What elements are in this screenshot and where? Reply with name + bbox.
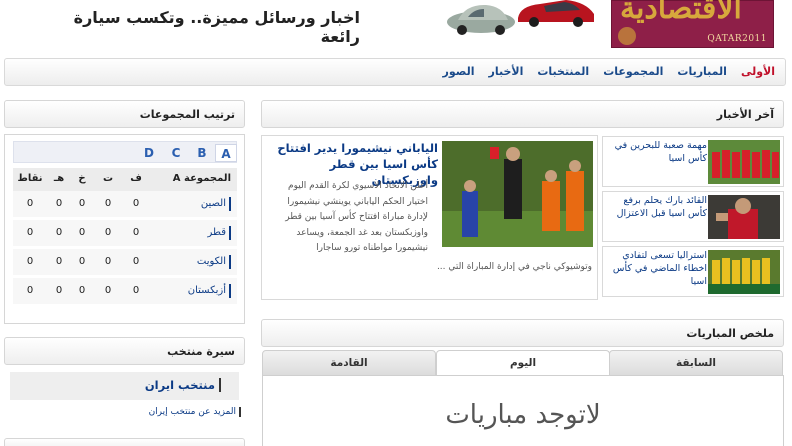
main-news-summary: أعلن الاتحاد الاسيوي لكرة القدم اليوم اخ… xyxy=(285,181,428,253)
match-tab-content: لاتوجد مباريات xyxy=(262,375,784,446)
team-link[interactable]: الصين xyxy=(147,197,231,211)
tab-group-b[interactable]: B xyxy=(191,144,213,162)
groups-panel-title: ترتيب المجموعات xyxy=(4,100,245,128)
col-points: نقاط xyxy=(17,173,43,184)
no-matches-message: لاتوجد مباريات xyxy=(445,400,601,430)
cell-played: 0 xyxy=(132,285,140,296)
side-news-title[interactable]: القائد بارك يحلم برفع كأس اسيا قبل الاعت… xyxy=(607,194,707,220)
cell-points: 0 xyxy=(26,256,34,267)
news-thumbnail[interactable] xyxy=(708,250,780,294)
tab-today[interactable]: اليوم xyxy=(436,350,610,376)
side-news-title[interactable]: استراليا تسعى لتفادي اخطاء الماضي في كأس… xyxy=(607,249,707,288)
cell-won: 0 xyxy=(104,256,112,267)
side-news-title[interactable]: مهمة صعبة للبحرين في كأس اسيا xyxy=(607,139,707,165)
tab-upcoming[interactable]: القادمة xyxy=(262,350,436,376)
news-thumbnail[interactable] xyxy=(708,140,780,184)
top-banner: اخبار ورسائل مميزة.. وتكسب سيارة رائعة ا… xyxy=(0,0,792,56)
group-tabs: A B C D xyxy=(13,141,237,163)
table-row: أزبكستان 0 0 0 0 0 xyxy=(13,278,237,307)
main-news-photo[interactable] xyxy=(442,141,593,247)
main-news-summary-cont: وتوشيوكي ناجي في إدارة المباراة التي ... xyxy=(436,262,592,272)
tab-group-a[interactable]: A xyxy=(215,144,237,162)
team-profile-box: منتخب ايران xyxy=(10,372,239,400)
cell-lost: 0 xyxy=(55,227,63,238)
cell-won: 0 xyxy=(104,227,112,238)
cell-points: 0 xyxy=(26,198,34,209)
nav-item-home[interactable]: الأولى xyxy=(741,65,775,78)
team-link[interactable]: الكويت xyxy=(147,255,231,269)
cell-drawn: 0 xyxy=(78,227,86,238)
nav-item-news[interactable]: الأخبار xyxy=(489,65,524,78)
profile-panel: منتخب ايران المزيد عن منتخب إيران xyxy=(4,370,245,430)
news-panel: الياباني نيشيمورا يدير افتتاح كأس اسيا ب… xyxy=(261,133,784,301)
next-panel-header xyxy=(4,438,245,446)
match-tabs: السابقة اليوم القادمة xyxy=(262,350,784,376)
cell-played: 0 xyxy=(132,227,140,238)
main-news-item[interactable]: الياباني نيشيمورا يدير افتتاح كأس اسيا ب… xyxy=(261,135,598,300)
col-drawn: خ xyxy=(78,173,86,184)
cell-drawn: 0 xyxy=(78,256,86,267)
nav-item-teams[interactable]: المنتخبات xyxy=(537,65,589,78)
banner-ad-text[interactable]: اخبار ورسائل مميزة.. وتكسب سيارة رائعة xyxy=(48,8,360,46)
team-link[interactable]: أزبكستان xyxy=(147,284,231,298)
cell-lost: 0 xyxy=(55,256,63,267)
table-row: الكويت 0 0 0 0 0 xyxy=(13,249,237,278)
standings-table: المجموعة A ف ت خ هـ نقاط الصين 0 0 0 0 0… xyxy=(13,168,237,307)
logo-text: الاقتصادية xyxy=(620,0,742,26)
side-news-item[interactable]: مهمة صعبة للبحرين في كأس اسيا xyxy=(602,136,784,187)
matches-panel-title: ملخص المباريات xyxy=(261,319,784,347)
car-image xyxy=(447,4,515,35)
team-link[interactable]: قطر xyxy=(147,226,231,240)
logo-subtitle: QATAR2011 xyxy=(707,34,767,44)
nav-item-matches[interactable]: المباريات xyxy=(677,65,727,78)
col-team: المجموعة A xyxy=(172,173,231,184)
table-row: قطر 0 0 0 0 0 xyxy=(13,220,237,249)
cell-lost: 0 xyxy=(55,285,63,296)
nav-item-groups[interactable]: المجموعات xyxy=(603,65,663,78)
cell-won: 0 xyxy=(104,198,112,209)
cell-drawn: 0 xyxy=(78,285,86,296)
car-image xyxy=(518,0,594,27)
tab-previous[interactable]: السابقة xyxy=(609,350,783,376)
site-logo[interactable]: الاقتصادية QATAR2011 xyxy=(611,0,774,48)
col-won: ت xyxy=(102,173,114,184)
cell-drawn: 0 xyxy=(78,198,86,209)
nav-item-photos[interactable]: الصور xyxy=(443,65,475,78)
table-header-row: المجموعة A ف ت خ هـ نقاط xyxy=(13,168,237,191)
cell-points: 0 xyxy=(26,285,34,296)
col-played: ف xyxy=(130,173,142,184)
side-news-item[interactable]: استراليا تسعى لتفادي اخطاء الماضي في كأس… xyxy=(602,246,784,297)
main-nav: الأولى المباريات المجموعات المنتخبات الأ… xyxy=(4,58,786,86)
side-news-item[interactable]: القائد بارك يحلم برفع كأس اسيا قبل الاعت… xyxy=(602,191,784,242)
cell-lost: 0 xyxy=(55,198,63,209)
cell-played: 0 xyxy=(132,256,140,267)
profile-panel-title: سيرة منتخب xyxy=(4,337,245,365)
cell-played: 0 xyxy=(132,198,140,209)
cell-won: 0 xyxy=(104,285,112,296)
groups-panel: A B C D المجموعة A ف ت خ هـ نقاط الصين 0… xyxy=(4,134,245,324)
col-lost: هـ xyxy=(53,173,65,184)
team-profile-name[interactable]: منتخب ايران xyxy=(145,378,221,392)
news-thumbnail[interactable] xyxy=(708,195,780,239)
news-panel-title: آخر الأخبار xyxy=(261,100,784,128)
more-about-team-link[interactable]: المزيد عن منتخب إيران xyxy=(149,407,241,417)
tab-group-c[interactable]: C xyxy=(165,144,187,162)
football-icon xyxy=(618,27,636,45)
tab-group-d[interactable]: D xyxy=(138,144,160,162)
cell-points: 0 xyxy=(26,227,34,238)
table-row: الصين 0 0 0 0 0 xyxy=(13,191,237,220)
